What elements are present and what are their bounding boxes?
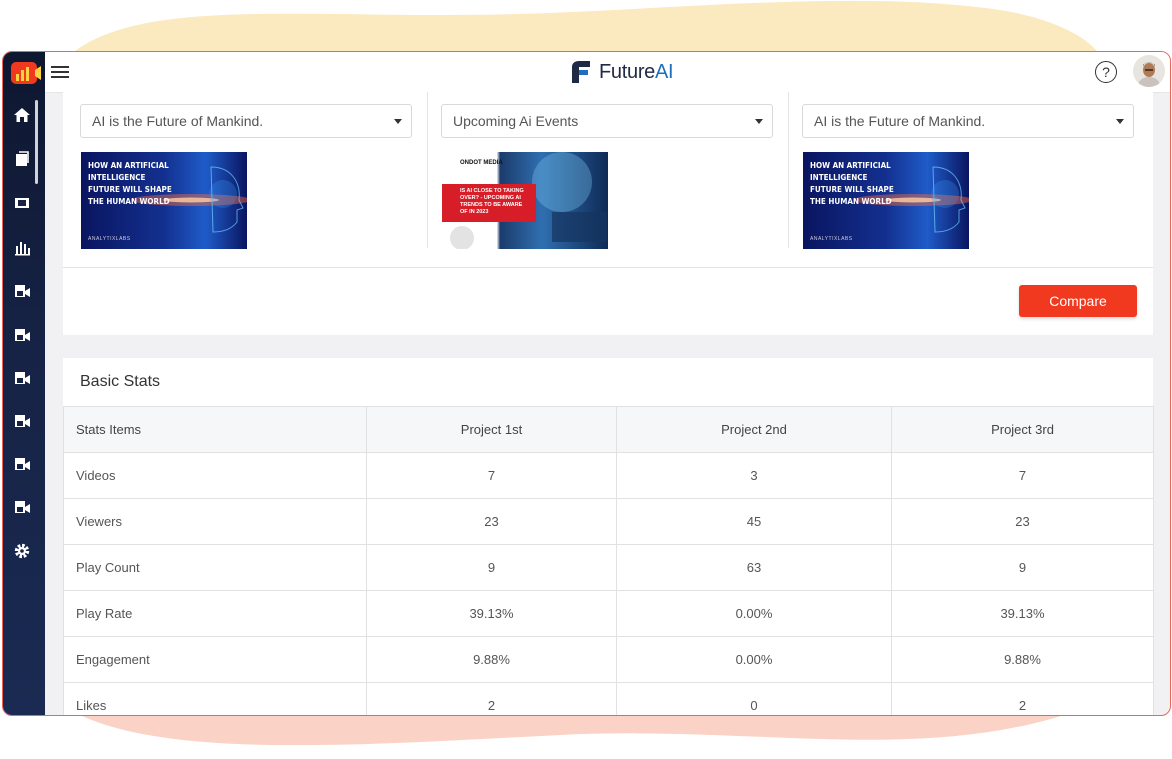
project-3-thumbnail[interactable]: HOW AN ARTIFICIAL INTELLIGENCE FUTURE WI… xyxy=(803,152,969,249)
stat-value: 45 xyxy=(616,498,892,545)
caret-down-icon xyxy=(394,119,402,124)
stats-title: Basic Stats xyxy=(80,373,161,390)
stat-value: 9 xyxy=(366,544,617,591)
stats-header-cell: Project 3rd xyxy=(891,406,1154,453)
project-2-select-value: Upcoming Ai Events xyxy=(453,113,579,129)
stat-value: 63 xyxy=(616,544,892,591)
app-window: FutureAI ? AI is the Future of Mankind. xyxy=(2,51,1171,716)
help-button[interactable]: ? xyxy=(1095,61,1117,83)
stat-value: 9.88% xyxy=(366,636,617,683)
video-camera-icon[interactable] xyxy=(11,280,33,302)
app-logo-icon[interactable] xyxy=(9,60,41,88)
basic-stats-card: Basic Stats Stats Items Project 1st Proj… xyxy=(63,358,1154,715)
table-row: Engagement 9.88% 0.00% 9.88% xyxy=(63,636,1154,683)
stat-label: Play Rate xyxy=(63,590,367,637)
menu-icon[interactable] xyxy=(51,64,69,80)
project-3-thumb-brand: ANALYTIXLABS xyxy=(810,236,853,242)
home-icon[interactable] xyxy=(11,104,33,126)
stat-value: 3 xyxy=(616,452,892,499)
brand-name: FutureAI xyxy=(599,60,674,83)
video-camera-icon[interactable] xyxy=(11,496,33,518)
top-header: FutureAI ? xyxy=(45,52,1170,93)
user-avatar[interactable] xyxy=(1133,55,1165,87)
stats-header-cell: Project 2nd xyxy=(616,406,892,453)
documents-icon[interactable] xyxy=(11,148,33,170)
section-divider xyxy=(63,267,1153,268)
column-divider xyxy=(427,92,428,248)
project-2-thumbnail[interactable]: IS AI CLOSE TO TAKING OVER? - UPCOMING A… xyxy=(442,152,608,249)
project-2-select[interactable]: Upcoming Ai Events xyxy=(441,104,773,138)
stat-value: 7 xyxy=(366,452,617,499)
project-1-thumb-title: HOW AN ARTIFICIAL INTELLIGENCE FUTURE WI… xyxy=(88,161,172,206)
video-camera-icon[interactable] xyxy=(11,324,33,346)
stat-value: 39.13% xyxy=(891,590,1154,637)
caret-down-icon xyxy=(1116,119,1124,124)
project-1-select-value: AI is the Future of Mankind. xyxy=(92,113,264,129)
stat-value: 2 xyxy=(366,682,617,715)
stats-header-cell: Stats Items xyxy=(63,406,367,453)
project-compare-card: AI is the Future of Mankind. HOW AN ARTI… xyxy=(63,92,1153,335)
table-row: Viewers 23 45 23 xyxy=(63,498,1154,545)
project-3-select-value: AI is the Future of Mankind. xyxy=(814,113,986,129)
gear-icon[interactable] xyxy=(11,540,33,562)
video-strip-icon[interactable] xyxy=(11,192,33,214)
stat-label: Videos xyxy=(63,452,367,499)
caret-down-icon xyxy=(755,119,763,124)
analytics-icon[interactable] xyxy=(11,236,33,258)
brand-mark-icon xyxy=(572,61,590,83)
stat-label: Play Count xyxy=(63,544,367,591)
stat-value: 39.13% xyxy=(366,590,617,637)
stat-value: 0.00% xyxy=(616,636,892,683)
table-row: Play Rate 39.13% 0.00% 39.13% xyxy=(63,590,1154,637)
stats-header-cell: Project 1st xyxy=(366,406,617,453)
sidebar xyxy=(3,52,45,715)
project-2-thumb-brand: ONDOT MEDIA xyxy=(460,160,503,166)
stat-value: 2 xyxy=(891,682,1154,715)
video-camera-icon[interactable] xyxy=(11,410,33,432)
project-1-select[interactable]: AI is the Future of Mankind. xyxy=(80,104,412,138)
project-1-thumbnail[interactable]: HOW AN ARTIFICIAL INTELLIGENCE FUTURE WI… xyxy=(81,152,247,249)
stat-label: Likes xyxy=(63,682,367,715)
stat-value: 9 xyxy=(891,544,1154,591)
stats-header-row: Stats Items Project 1st Project 2nd Proj… xyxy=(63,406,1154,453)
table-row: Play Count 9 63 9 xyxy=(63,544,1154,591)
stat-label: Viewers xyxy=(63,498,367,545)
table-row: Likes 2 0 2 xyxy=(63,682,1154,715)
compare-button[interactable]: Compare xyxy=(1019,285,1137,317)
table-row: Videos 7 3 7 xyxy=(63,452,1154,499)
project-1-thumb-brand: ANALYTIXLABS xyxy=(88,236,131,242)
video-camera-icon[interactable] xyxy=(11,453,33,475)
stat-label: Engagement xyxy=(63,636,367,683)
stat-value: 7 xyxy=(891,452,1154,499)
project-3-thumb-title: HOW AN ARTIFICIAL INTELLIGENCE FUTURE WI… xyxy=(810,161,894,206)
video-camera-icon[interactable] xyxy=(11,367,33,389)
stats-table: Stats Items Project 1st Project 2nd Proj… xyxy=(63,406,1154,715)
stat-value: 0.00% xyxy=(616,590,892,637)
brand-logo[interactable]: FutureAI xyxy=(569,56,679,88)
project-3-select[interactable]: AI is the Future of Mankind. xyxy=(802,104,1134,138)
stat-value: 9.88% xyxy=(891,636,1154,683)
project-2-thumb-title: IS AI CLOSE TO TAKING OVER? - UPCOMING A… xyxy=(460,188,524,215)
stat-value: 23 xyxy=(891,498,1154,545)
stat-value: 23 xyxy=(366,498,617,545)
sidebar-scrollbar[interactable] xyxy=(35,100,38,184)
column-divider xyxy=(788,92,789,248)
stat-value: 0 xyxy=(616,682,892,715)
